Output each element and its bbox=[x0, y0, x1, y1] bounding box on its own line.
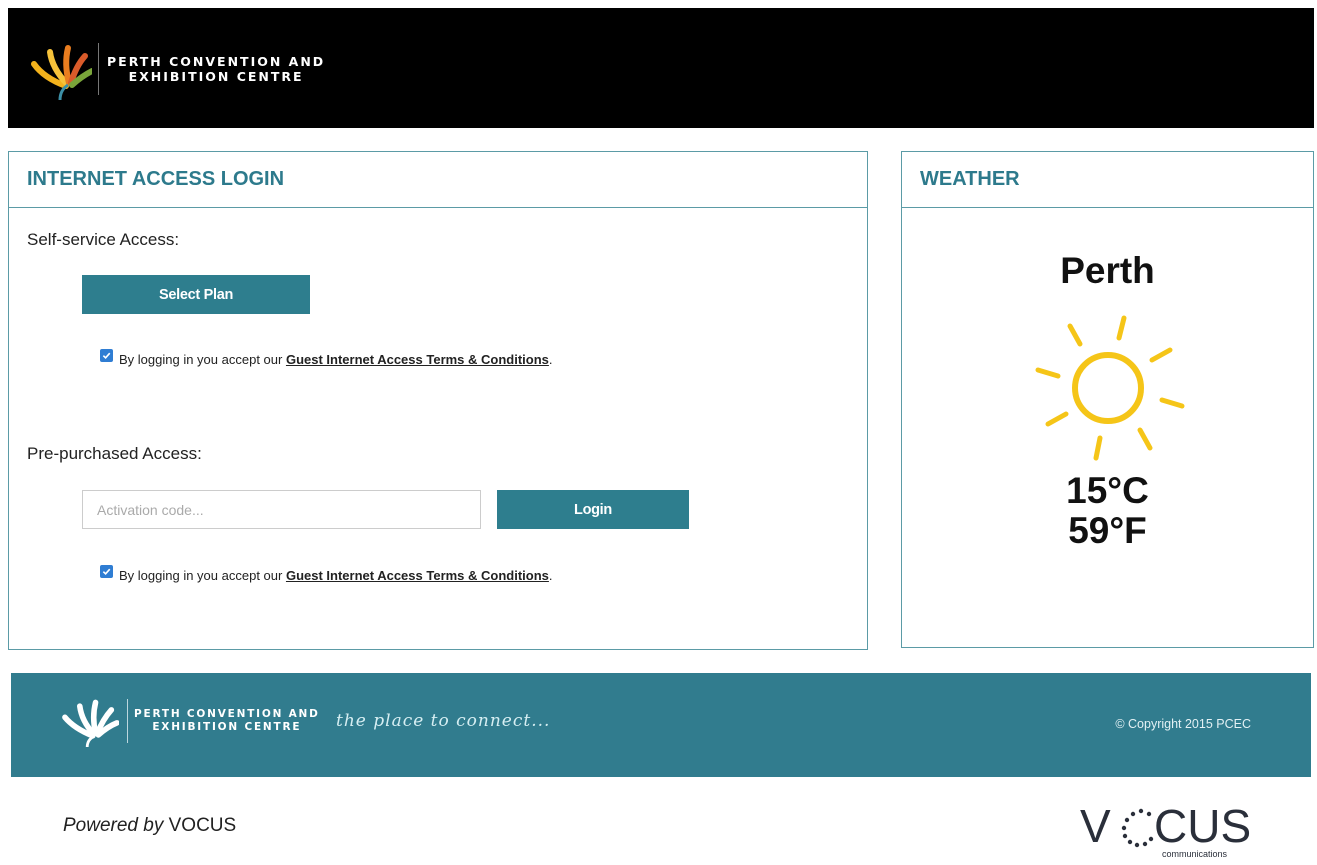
footer-logo-text: PERTH CONVENTION AND EXHIBITION CENTRE bbox=[134, 708, 320, 734]
footer-pcec-logo[interactable]: PERTH CONVENTION AND EXHIBITION CENTRE bbox=[61, 695, 320, 747]
weather-panel-title: WEATHER bbox=[902, 152, 1313, 208]
check-icon bbox=[102, 568, 111, 576]
vocus-letter-v: V bbox=[1080, 800, 1111, 852]
logo-text: PERTH CONVENTION AND EXHIBITION CENTRE bbox=[107, 54, 325, 84]
terms-link[interactable]: Guest Internet Access Terms & Conditions bbox=[286, 352, 549, 367]
footer-logo-line-2: EXHIBITION CENTRE bbox=[152, 721, 302, 733]
prepurchased-label: Pre-purchased Access: bbox=[27, 444, 202, 463]
vocus-subtitle: communications bbox=[1162, 849, 1228, 859]
pcec-fan-icon bbox=[62, 699, 119, 747]
vocus-dots-icon bbox=[1121, 808, 1154, 848]
login-panel-title: INTERNET ACCESS LOGIN bbox=[9, 152, 867, 208]
logo-line-2: EXHIBITION CENTRE bbox=[128, 69, 304, 84]
powered-by-brand: VOCUS bbox=[168, 815, 237, 836]
powered-by-text: Powered by VOCUS bbox=[63, 815, 236, 837]
terms-suffix: . bbox=[548, 352, 553, 367]
temperature-fahrenheit: 59°F bbox=[1068, 510, 1147, 551]
footer-logo-separator bbox=[127, 699, 128, 743]
logo-line-1: PERTH CONVENTION AND bbox=[107, 54, 326, 69]
pcec-logo[interactable]: PERTH CONVENTION AND EXHIBITION CENTRE bbox=[30, 38, 325, 100]
footer-bar: PERTH CONVENTION AND EXHIBITION CENTRE t… bbox=[11, 673, 1311, 777]
check-icon bbox=[102, 352, 111, 360]
login-button[interactable]: Login bbox=[497, 490, 689, 529]
self-service-terms-checkbox[interactable] bbox=[100, 349, 113, 362]
login-panel: INTERNET ACCESS LOGIN Self-service Acces… bbox=[8, 151, 868, 650]
terms-link[interactable]: Guest Internet Access Terms & Conditions bbox=[286, 568, 549, 583]
vocus-logo[interactable]: V CUS communications bbox=[1080, 800, 1260, 865]
select-plan-button[interactable]: Select Plan bbox=[82, 275, 310, 314]
vocus-logo-mark: V CUS communications bbox=[1080, 800, 1251, 859]
terms-suffix: . bbox=[548, 568, 553, 583]
weather-city: Perth bbox=[1060, 250, 1155, 291]
vocus-letters-cus: CUS bbox=[1154, 800, 1251, 852]
footer-tagline: the place to connect... bbox=[336, 711, 551, 731]
logo-separator bbox=[98, 43, 99, 95]
activation-code-input[interactable] bbox=[82, 490, 481, 529]
prepurchased-terms: By logging in you accept our Guest Inter… bbox=[100, 565, 553, 583]
footer-logo-line-1: PERTH CONVENTION AND bbox=[134, 708, 320, 720]
self-service-label: Self-service Access: bbox=[27, 230, 180, 249]
prepurchased-terms-checkbox[interactable] bbox=[100, 565, 113, 578]
terms-prefix: By logging in you accept our bbox=[119, 352, 283, 367]
temperature-celsius: 15°C bbox=[1066, 470, 1149, 511]
sun-icon bbox=[1035, 315, 1185, 461]
pcec-fan-icon bbox=[31, 45, 92, 100]
terms-prefix: By logging in you accept our bbox=[119, 568, 283, 583]
header-bar: PERTH CONVENTION AND EXHIBITION CENTRE bbox=[8, 8, 1314, 128]
powered-by-prefix: Powered by bbox=[63, 815, 169, 836]
footer-copyright: © Copyright 2015 PCEC bbox=[1115, 717, 1251, 731]
weather-panel: WEATHER Perth 15°C 59°F bbox=[901, 151, 1314, 648]
self-service-terms: By logging in you accept our Guest Inter… bbox=[100, 349, 553, 367]
